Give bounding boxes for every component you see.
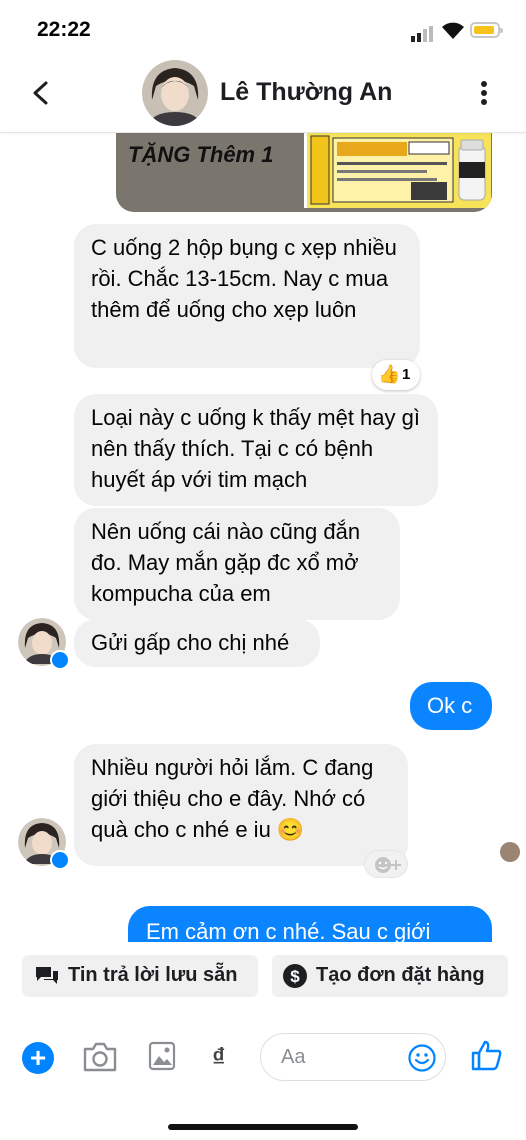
status-time: 22:22 [37,18,91,41]
composer-bar: + ₫ Aa [0,1020,526,1094]
contact-name[interactable]: Lê Thường An [220,78,392,107]
add-reaction-button[interactable] [364,850,408,878]
messenger-badge-icon [50,850,70,870]
conversation-header: Lê Thường An [0,54,526,133]
quick-replies-bar: Tin trả lời lưu sẵn $ Tạo đơn đặt hàng [0,946,526,1002]
promo-image[interactable]: TẶNG Thêm 1 [116,132,492,212]
cellular-signal-icon [411,26,433,42]
wifi-icon [442,22,464,39]
more-options-icon[interactable] [472,78,496,108]
like-icon[interactable] [470,1038,504,1072]
message-input-placeholder: Aa [281,1046,306,1068]
incoming-message[interactable]: Loại này c uống k thấy mệt hay gì nên th… [74,394,438,506]
add-reaction-icon [375,857,401,873]
dollar-icon: $ [283,964,307,988]
contact-avatar[interactable] [142,60,208,126]
battery-icon [470,22,503,38]
status-bar: 22:22 [0,0,526,60]
outgoing-message[interactable]: Ok c [410,682,492,730]
create-order-label: Tạo đơn đặt hàng [316,964,485,986]
incoming-message[interactable]: C uống 2 hộp bụng c xẹp nhiều rồi. Chắc … [74,224,420,368]
outgoing-message[interactable]: Em cảm ơn c nhé. Sau c giới [128,906,492,942]
create-order-chip[interactable]: $ Tạo đơn đặt hàng [272,955,508,997]
message-input[interactable]: Aa [260,1033,446,1081]
plus-icon[interactable]: + [22,1042,54,1074]
svg-text:$: $ [290,967,300,986]
thumbs-up-icon: 👍 [378,364,401,384]
home-indicator [168,1124,358,1130]
incoming-message[interactable]: Nhiều người hỏi lắm. C đang giới thiệu c… [74,744,408,866]
back-icon[interactable] [26,78,56,108]
messenger-badge-icon [50,650,70,670]
promo-caption: TẶNG Thêm 1 [128,142,274,167]
image-gallery-icon[interactable] [148,1040,176,1072]
incoming-message[interactable]: Gửi gấp cho chị nhé [74,619,320,667]
emoji-icon[interactable] [407,1043,437,1073]
incoming-message[interactable]: Nên uống cái nào cũng đắn đo. May mắn gặ… [74,508,400,620]
saved-replies-chip[interactable]: Tin trả lời lưu sẵn [22,955,258,997]
product-packaging-icon [310,135,486,205]
saved-replies-label: Tin trả lời lưu sẵn [68,964,238,986]
payment-icon[interactable]: ₫ [212,1042,225,1073]
reaction-badge[interactable]: 👍 1 [372,360,420,390]
saved-replies-icon [36,967,58,984]
message-list[interactable]: TẶNG Thêm 1 C uống 2 hộp bụng c xẹp nhiề… [0,132,526,942]
seen-avatar [500,842,520,862]
product-box-graphic [304,132,491,208]
reaction-count: 1 [402,366,411,383]
camera-icon[interactable] [82,1040,118,1074]
